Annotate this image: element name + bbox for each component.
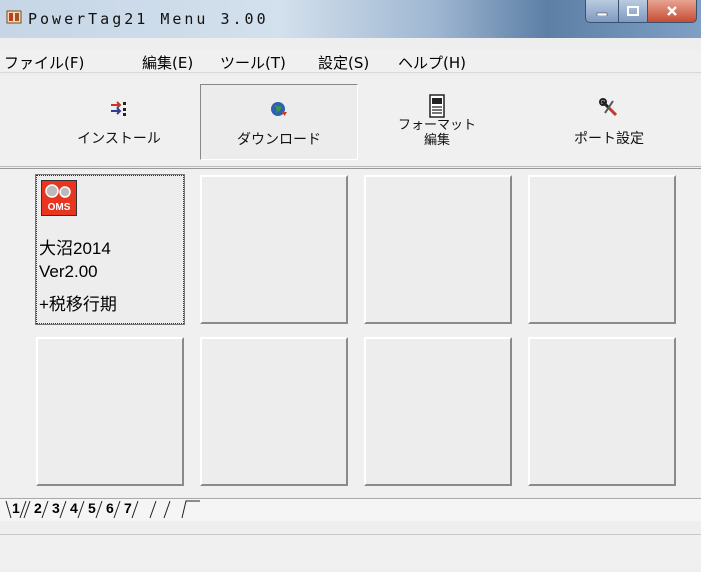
menu-tool[interactable]: ツール(T) — [220, 52, 286, 73]
format-edit-label: フォーマット 編集 — [358, 118, 516, 148]
port-settings-button[interactable]: ポート設定 — [530, 84, 688, 160]
minimize-icon — [596, 12, 608, 16]
oms-app-icon: OMS — [41, 180, 77, 216]
install-icon — [111, 101, 126, 116]
menu-settings[interactable]: 設定(S) — [318, 52, 369, 73]
page-tabs: 1 2 3 4 5 6 7 — [0, 498, 701, 521]
cell-version: Ver2.00 — [39, 262, 98, 281]
format-label-line1: フォーマット — [397, 118, 476, 133]
menu-help[interactable]: ヘルプ(H) — [398, 52, 466, 73]
download-label: ダウンロード — [237, 132, 321, 148]
menu-grid: OMS 大沼2014 Ver2.00 +税移行期 — [0, 168, 701, 497]
close-button[interactable] — [648, 0, 697, 23]
menu-edit[interactable]: 編集(E) — [142, 52, 193, 73]
menu-cell-2[interactable] — [200, 175, 348, 324]
cell-title: 大沼2014 — [39, 239, 111, 258]
menu-cell-5[interactable] — [36, 337, 184, 486]
close-icon — [667, 6, 677, 16]
globe-icon — [271, 102, 287, 116]
port-settings-label: ポート設定 — [574, 131, 644, 147]
tab-page-5[interactable]: 5 — [88, 500, 96, 516]
tab-page-1[interactable]: 1 — [12, 500, 20, 516]
maximize-button[interactable] — [619, 0, 648, 23]
tools-icon — [599, 98, 618, 117]
maximize-icon — [627, 6, 639, 16]
caption-buttons — [585, 0, 697, 26]
status-bar — [0, 534, 701, 567]
menu-cell-4[interactable] — [528, 175, 676, 324]
install-label: インストール — [77, 131, 161, 147]
tab-outline — [5, 500, 200, 519]
tab-page-6[interactable]: 6 — [106, 500, 114, 516]
format-label-line2: 編集 — [423, 133, 450, 148]
tab-page-2[interactable]: 2 — [34, 500, 42, 516]
document-icon — [429, 94, 445, 118]
oms-badge-text: OMS — [47, 202, 71, 213]
menu-cell-8[interactable] — [528, 337, 676, 486]
tab-page-3[interactable]: 3 — [52, 500, 60, 516]
tab-page-7[interactable]: 7 — [124, 500, 132, 516]
cell-subtitle: +税移行期 — [39, 295, 117, 314]
tab-page-4[interactable]: 4 — [70, 500, 78, 516]
menu-bar: ファイル(F) 編集(E) ツール(T) 設定(S) ヘルプ(H) — [0, 50, 701, 73]
menu-cell-6[interactable] — [200, 337, 348, 486]
menu-cell-3[interactable] — [364, 175, 512, 324]
format-edit-button[interactable]: フォーマット 編集 — [358, 84, 516, 160]
app-window: PowerTag21 Menu 3.00 ファイル(F) 編集(E) ツール(T… — [0, 0, 701, 572]
menu-cell-7[interactable] — [364, 337, 512, 486]
toolbar: インストール ダウンロード フォーマット 編集 ポート設定 — [0, 76, 701, 167]
gears-icon — [45, 184, 71, 198]
minimize-button[interactable] — [585, 0, 619, 23]
download-button[interactable]: ダウンロード — [200, 84, 358, 160]
title-bar[interactable]: PowerTag21 Menu 3.00 — [0, 0, 701, 38]
menu-cell-1[interactable]: OMS 大沼2014 Ver2.00 +税移行期 — [35, 174, 185, 325]
app-icon — [6, 10, 22, 24]
menu-file[interactable]: ファイル(F) — [4, 52, 84, 73]
window-title: PowerTag21 Menu 3.00 — [28, 10, 269, 28]
install-button[interactable]: インストール — [40, 84, 198, 160]
